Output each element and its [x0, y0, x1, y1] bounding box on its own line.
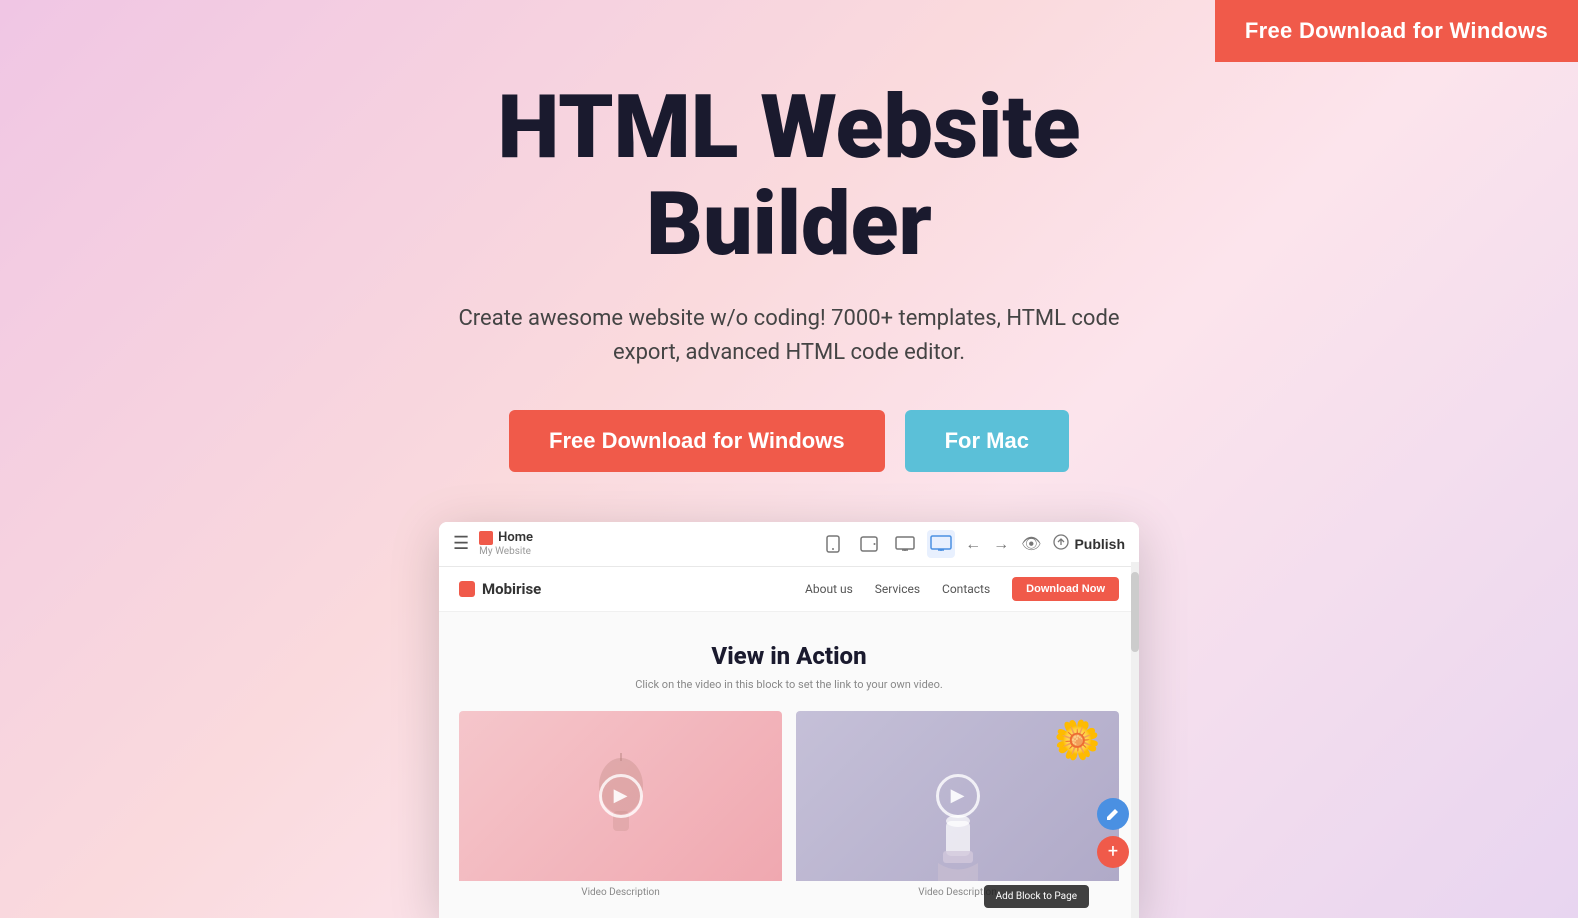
toolbar-actions: ← → 👁 Publish	[965, 534, 1125, 554]
mobile-view-icon[interactable]	[819, 530, 847, 558]
nav-about[interactable]: About us	[805, 582, 853, 596]
view-switcher	[819, 530, 955, 558]
content-subtitle: Click on the video in this block to set …	[459, 678, 1119, 691]
flower-decoration: 🌼	[1054, 719, 1101, 763]
nav-download-button[interactable]: Download Now	[1012, 577, 1119, 601]
hero-title: HTML Website Builder	[409, 80, 1169, 274]
add-block-bar[interactable]: Add Block to Page	[984, 885, 1089, 908]
tablet-view-icon[interactable]	[855, 530, 883, 558]
play-button-1[interactable]: ▶	[599, 774, 643, 818]
cta-buttons: Free Download for Windows For Mac	[509, 410, 1069, 472]
hero-section: HTML Website Builder Create awesome webs…	[0, 0, 1578, 472]
video-card-2: 🌼 ▶ Video Description	[796, 711, 1119, 898]
publish-label: Publish	[1074, 536, 1125, 552]
video-desc-1: Video Description	[459, 887, 782, 898]
content-area: View in Action Click on the video in thi…	[439, 612, 1139, 918]
preview-icon[interactable]: 👁	[1021, 534, 1041, 553]
content-title: View in Action	[459, 642, 1119, 670]
brand-icon	[459, 581, 475, 597]
nav-services[interactable]: Services	[875, 582, 920, 596]
home-page-icon	[479, 531, 493, 545]
redo-icon[interactable]: →	[993, 534, 1009, 554]
windows-download-button[interactable]: Free Download for Windows	[509, 410, 885, 472]
scrollbar-track[interactable]	[1131, 562, 1139, 918]
video-thumb-1: ▶	[459, 711, 782, 881]
small-desktop-view-icon[interactable]	[891, 530, 919, 558]
nav-contacts[interactable]: Contacts	[942, 582, 990, 596]
top-cta-button[interactable]: Free Download for Windows	[1215, 0, 1578, 62]
publish-button[interactable]: Publish	[1053, 534, 1125, 554]
fab-container: +	[1097, 798, 1129, 868]
brand-name: Mobirise	[482, 580, 541, 598]
video-card-1: ▶ Video Description	[459, 711, 782, 898]
fab-add-button[interactable]: +	[1097, 836, 1129, 868]
home-page-label: Home	[498, 530, 533, 545]
video-grid: ▶ Video Description 🌼	[459, 711, 1119, 898]
hero-subtitle: Create awesome website w/o coding! 7000+…	[439, 302, 1139, 370]
mac-download-button[interactable]: For Mac	[905, 410, 1069, 472]
nav-links: About us Services Contacts Download Now	[805, 577, 1119, 601]
brand-logo: Mobirise	[459, 580, 541, 598]
fab-edit-button[interactable]	[1097, 798, 1129, 830]
app-mockup: ☰ Home My Website	[439, 522, 1139, 918]
undo-icon[interactable]: ←	[965, 534, 981, 554]
large-desktop-view-icon[interactable]	[927, 530, 955, 558]
add-block-label: Add Block to Page	[996, 891, 1077, 902]
play-button-2[interactable]: ▶	[936, 774, 980, 818]
publish-upload-icon	[1053, 534, 1069, 554]
toolbar: ☰ Home My Website	[439, 522, 1139, 567]
hamburger-icon[interactable]: ☰	[453, 533, 469, 554]
video-thumb-2: 🌼 ▶	[796, 711, 1119, 881]
website-sublabel: My Website	[479, 546, 533, 557]
plus-icon: +	[1108, 841, 1118, 862]
scrollbar-thumb[interactable]	[1131, 572, 1139, 652]
inner-nav: Mobirise About us Services Contacts Down…	[439, 567, 1139, 612]
